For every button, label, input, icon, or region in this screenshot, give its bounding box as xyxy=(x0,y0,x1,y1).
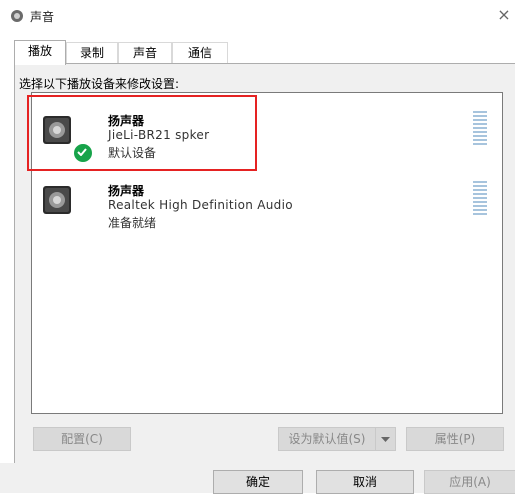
device-status: 准备就绪 xyxy=(108,216,157,230)
level-meter xyxy=(473,181,487,217)
chevron-down-icon xyxy=(381,437,390,442)
device-name: 扬声器 xyxy=(108,184,145,198)
tab-sounds[interactable]: 声音 xyxy=(118,42,172,64)
ok-button[interactable]: 确定 xyxy=(213,470,303,494)
cancel-button[interactable]: 取消 xyxy=(316,470,414,494)
apply-button[interactable]: 应用(A) xyxy=(424,470,515,494)
set-default-dropdown[interactable] xyxy=(375,427,396,451)
close-button[interactable]: × xyxy=(493,4,515,26)
level-meter xyxy=(473,111,487,147)
tab-playback[interactable]: 播放 xyxy=(14,40,66,65)
tab-recording[interactable]: 录制 xyxy=(66,42,118,64)
configure-button[interactable]: 配置(C) xyxy=(33,427,131,451)
speaker-icon xyxy=(11,10,23,22)
title-bar: 声音 × xyxy=(0,0,515,30)
speaker-icon xyxy=(43,186,71,214)
device-model: Realtek High Definition Audio xyxy=(108,198,293,212)
window-title: 声音 xyxy=(30,10,55,24)
tab-communications[interactable]: 通信 xyxy=(172,42,228,64)
instruction-text: 选择以下播放设备来修改设置: xyxy=(19,77,180,91)
device-item[interactable]: 扬声器 Realtek High Definition Audio 准备就绪 xyxy=(32,167,502,237)
highlight-box xyxy=(27,95,257,171)
properties-button[interactable]: 属性(P) xyxy=(406,427,504,451)
set-default-button[interactable]: 设为默认值(S) xyxy=(278,427,376,451)
